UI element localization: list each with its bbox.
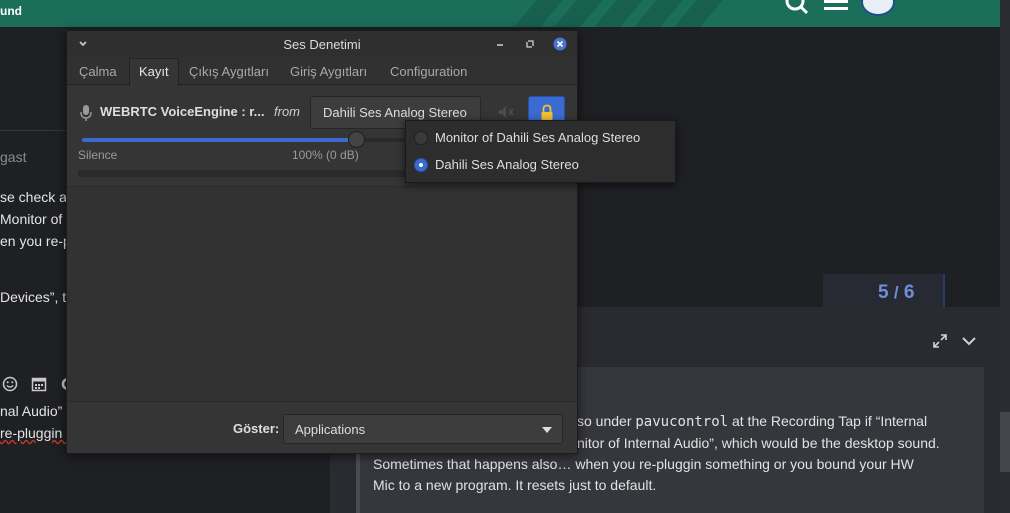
quote-text: so under — [577, 413, 636, 429]
source-device-popup: Monitor of Dahili Ses Analog Stereo Dahi… — [405, 120, 676, 183]
tab-recording[interactable]: Kayıt — [139, 64, 169, 79]
quote-line: Sometimes that happens also… when you re… — [373, 456, 914, 472]
source-device-label: Dahili Ses Analog Stereo — [323, 105, 467, 120]
forum-site-title[interactable]: und — [0, 4, 22, 18]
chevron-down-icon[interactable] — [962, 335, 976, 347]
progress-current: 5 — [878, 282, 889, 303]
volume-slider-fill — [82, 138, 357, 142]
radio-button[interactable] — [414, 158, 428, 172]
caret-down-icon — [542, 427, 552, 433]
show-label: Göster: — [233, 421, 280, 436]
tab-bar: Çalma Kayıt Çıkış Aygıtları Giriş Aygıtl… — [67, 57, 577, 86]
tab-playback[interactable]: Çalma — [79, 64, 117, 79]
post-text-line: Monitor of — [0, 211, 63, 227]
editor-text-line[interactable]: nal Audio” — [0, 403, 62, 419]
show-filter-value: Applications — [295, 422, 366, 437]
post-author[interactable]: gast — [0, 149, 26, 165]
popup-option-label: Dahili Ses Analog Stereo — [435, 157, 579, 172]
lock-icon — [541, 104, 553, 120]
progress-total: 6 — [903, 282, 915, 303]
scale-silence-label: Silence — [78, 148, 118, 162]
page-scrollbar-thumb[interactable] — [1000, 412, 1010, 472]
scale-100-label: 100% (0 dB) — [292, 148, 359, 162]
volume-control-window: Ses Denetimi Çalma Kayıt Çıkış Aygıtları… — [66, 30, 578, 454]
window-titlebar[interactable]: Ses Denetimi — [67, 31, 577, 57]
microphone-icon — [80, 105, 92, 121]
topic-progress-label[interactable]: 5 / 6 — [878, 282, 914, 304]
tab-input-devices[interactable]: Giriş Aygıtları — [290, 64, 367, 79]
maximize-icon[interactable] — [523, 37, 537, 51]
calendar-icon[interactable] — [31, 376, 47, 392]
quote-line: so under pavucontrol at the Recording Ta… — [577, 413, 927, 430]
stream-name: WEBRTC VoiceEngine : r... — [100, 104, 265, 119]
forum-header: und — [0, 0, 1000, 27]
quote-code: pavucontrol — [635, 414, 729, 430]
popup-option-analog[interactable]: Dahili Ses Analog Stereo — [406, 152, 675, 179]
progress-separator: / — [893, 283, 899, 302]
popup-option-label: Monitor of Dahili Ses Analog Stereo — [435, 130, 641, 145]
quote-line: nitor of Internal Audio”, which would be… — [577, 435, 940, 451]
post-text-line: en you re-p — [0, 233, 71, 249]
hamburger-menu-icon[interactable] — [824, 0, 850, 12]
editor-text-line[interactable]: re-pluggin s — [0, 425, 73, 441]
search-icon[interactable] — [784, 0, 810, 14]
emoji-icon[interactable] — [2, 376, 18, 392]
mute-icon[interactable] — [497, 103, 515, 121]
quote-line: Mic to a new program. It resets just to … — [373, 477, 657, 493]
close-icon[interactable] — [553, 37, 567, 51]
show-filter-select[interactable]: Applications — [283, 414, 563, 444]
post-text-line: se check a — [0, 189, 67, 205]
volume-slider-handle[interactable] — [347, 131, 365, 148]
popup-option-monitor[interactable]: Monitor of Dahili Ses Analog Stereo — [406, 125, 675, 152]
minimize-icon[interactable] — [493, 37, 507, 51]
radio-button[interactable] — [414, 131, 428, 145]
post-divider — [0, 130, 66, 131]
tab-configuration[interactable]: Configuration — [390, 64, 467, 79]
expand-icon[interactable] — [932, 333, 948, 349]
post-text-line: Devices”, th — [0, 289, 74, 305]
footer-divider — [67, 401, 577, 402]
quote-text: at the Recording Tap if “Internal — [728, 413, 928, 429]
streams-list-area — [67, 186, 577, 401]
tab-output-devices[interactable]: Çıkış Aygıtları — [189, 64, 269, 79]
from-label: from — [274, 104, 300, 119]
